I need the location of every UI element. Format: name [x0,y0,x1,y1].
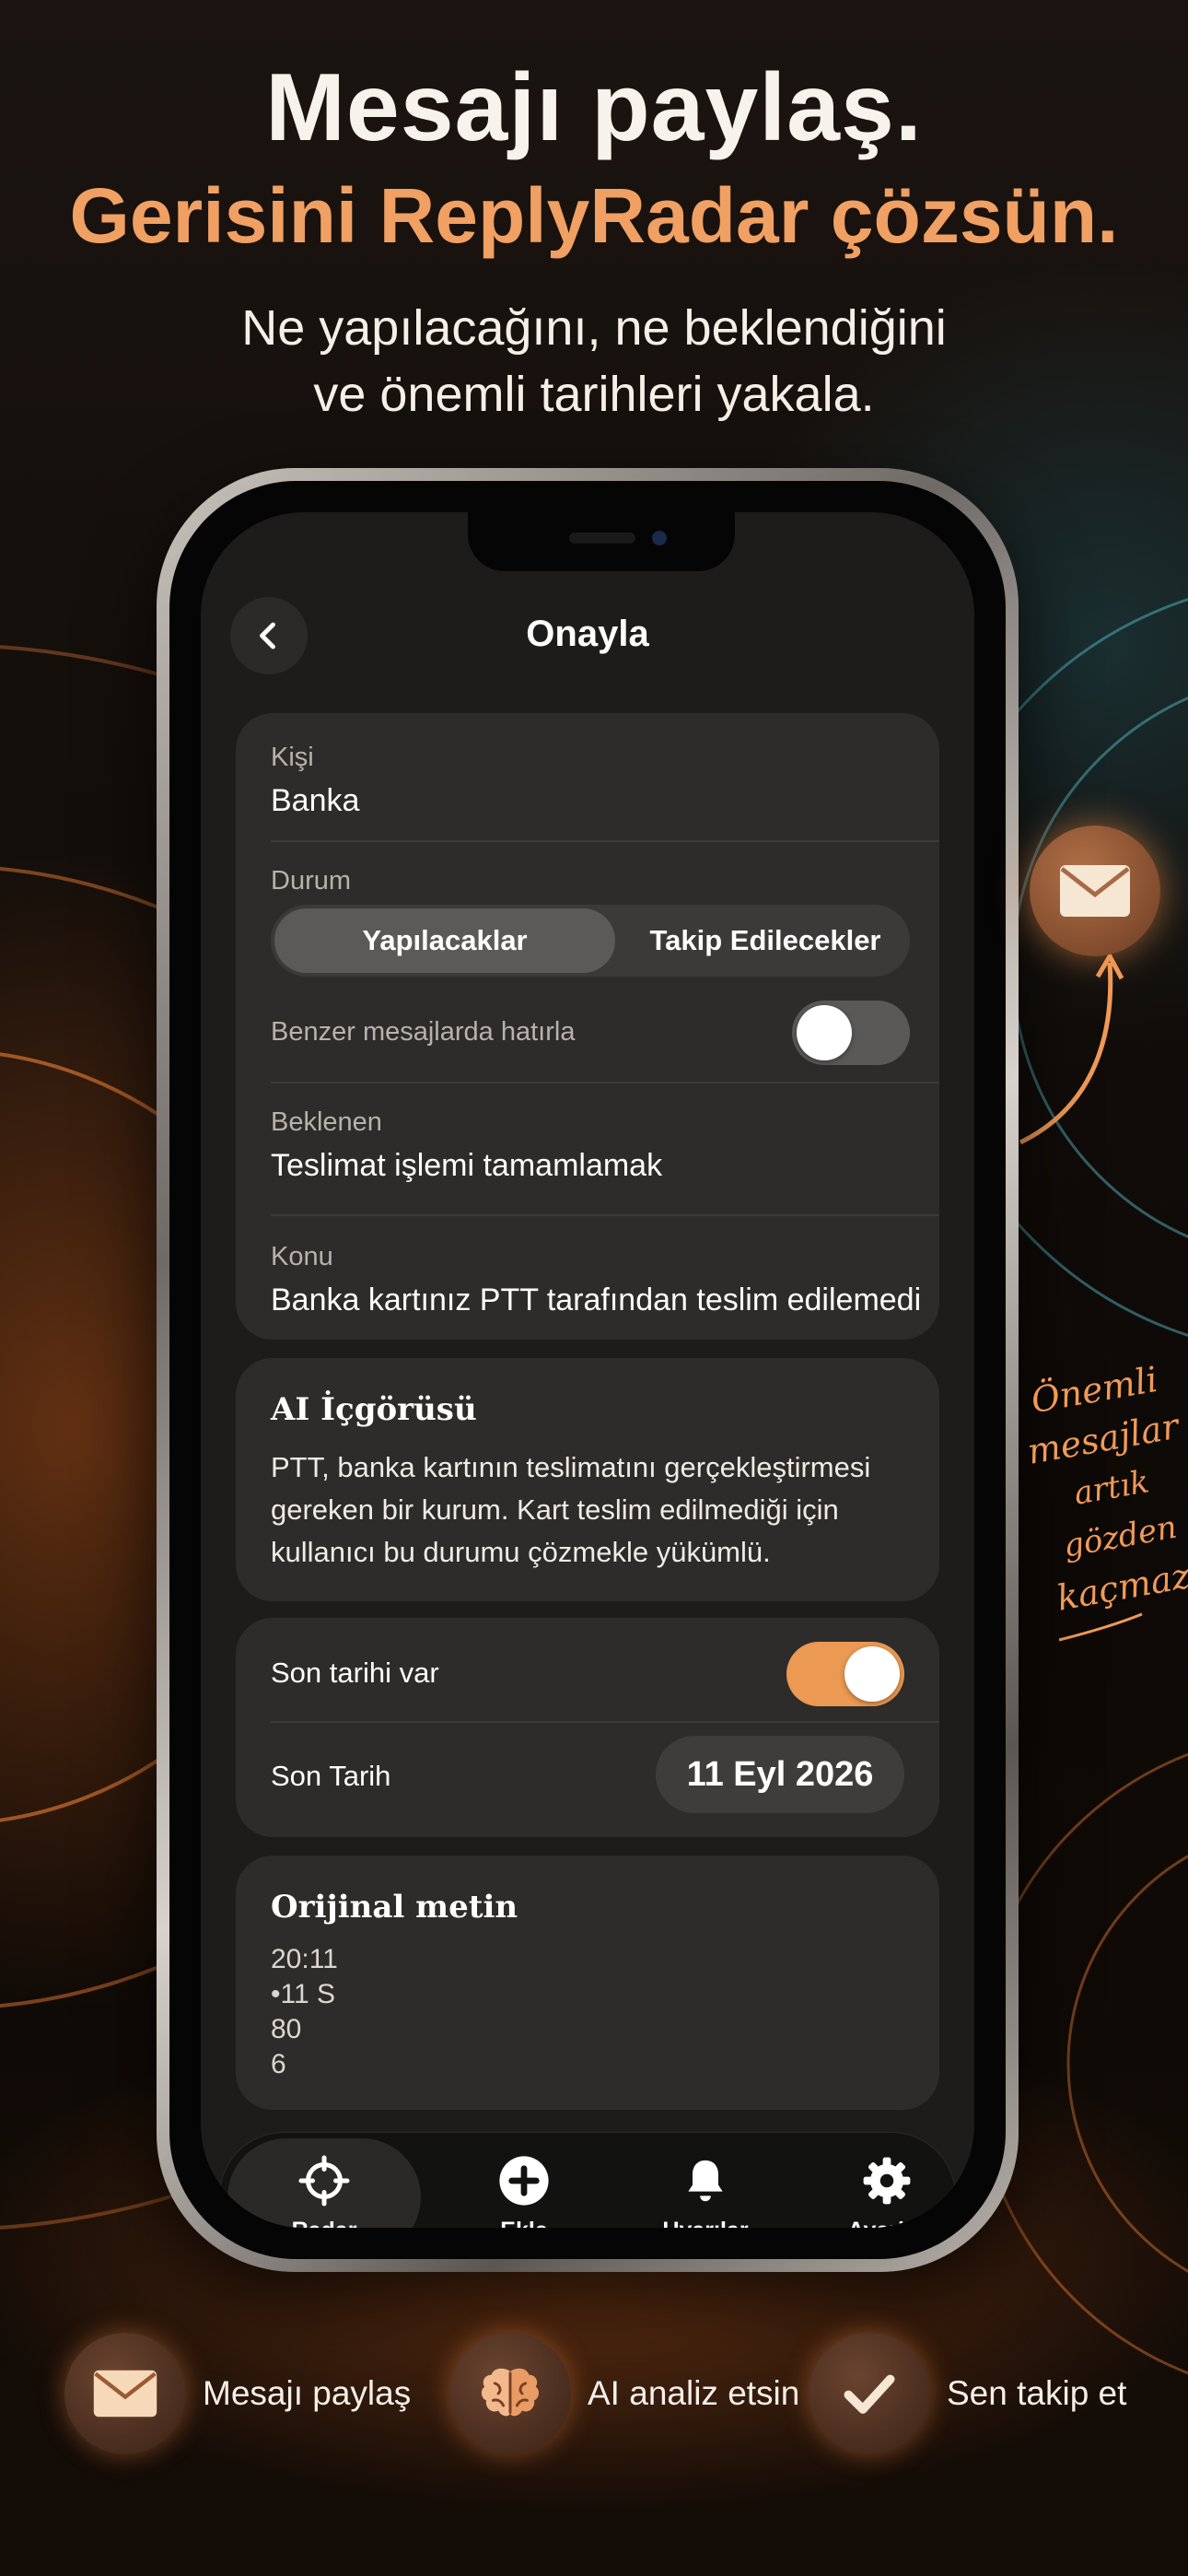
feature-label: AI analiz etsin [588,2374,800,2412]
original-line: 80 [271,2014,302,2044]
headline-subtitle: Ne yapılacağını, ne beklendiğini ve önem… [0,295,1188,427]
brain-icon [481,2368,540,2417]
feature-you-follow: Sen takip et [809,2331,1126,2456]
deadline-label: Son Tarih [271,1760,391,1792]
headline-accent: Gerisini ReplyRadar çözsün. [69,172,1119,259]
app-screen: Onayla Kişi Banka Durum Yapılacaklar Tak… [201,512,974,2228]
front-camera [652,531,667,545]
tab-label: Ekle [432,2218,616,2228]
details-card: Kişi Banka Durum Yapılacaklar Takip Edil… [236,713,939,1340]
feature-ai-analysis: AI analiz etsin [449,2331,799,2456]
segment-todo[interactable]: Yapılacaklar [274,908,615,973]
divider [271,1721,939,1723]
feature-label: Mesajı paylaş [203,2374,412,2412]
crosshair-icon [297,2153,352,2208]
deadline-card: Son tarihi var Son Tarih 11 Eyl 2026 [236,1618,939,1837]
original-line: 6 [271,2049,286,2079]
subject-field[interactable]: Banka kartınız PTT tarafından teslim edi… [271,1282,921,1318]
tab-settings[interactable]: Ayarlar [795,2133,974,2228]
has-deadline-toggle[interactable] [786,1642,904,1706]
remember-toggle[interactable] [792,1001,910,1065]
person-label: Kişi [271,743,314,772]
gear-icon [859,2153,914,2208]
subtitle-line-1: Ne yapılacağını, ne beklendiğini [241,300,947,356]
feature-icon-badge [809,2333,930,2454]
subject-label: Konu [271,1242,333,1271]
status-segmented-control: Yapılacaklar Takip Edilecekler [271,905,910,977]
phone-bezel: Onayla Kişi Banka Durum Yapılacaklar Tak… [169,481,1006,2259]
toggle-knob [797,1005,852,1060]
feature-share-message: Mesajı paylaş [64,2331,411,2456]
tab-bar: Radar Ekle [219,2132,956,2228]
bell-icon [678,2153,733,2208]
feature-label: Sen takip et [947,2374,1127,2412]
feature-icon-badge [449,2333,571,2454]
ai-insight-line: PTT, banka kartının teslimatını gerçekle… [271,1451,871,1483]
page-title: Onayla [526,614,649,654]
floating-mail-badge [1030,825,1160,956]
checkmark-icon [844,2374,895,2414]
expected-field[interactable]: Teslimat işlemi tamamlamak [271,1148,662,1184]
expected-label: Beklenen [271,1107,382,1137]
ai-insight-card: AI İçgörüsü PTT, banka kartının teslimat… [236,1358,939,1601]
ai-insight-line: gereken bir kurum. Kart teslim edilmediğ… [271,1493,839,1526]
toggle-knob [844,1646,900,1702]
ai-insight-title: AI İçgörüsü [271,1391,477,1428]
original-text-body: 20:11 •11 S 80 6 [271,1942,338,2082]
subtitle-line-2: ve önemli tarihleri yakala. [313,367,875,422]
envelope-icon [1060,865,1130,917]
segment-follow-up[interactable]: Takip Edilecekler [621,905,910,977]
tab-alerts[interactable]: Uyarılar [613,2133,798,2228]
original-line: •11 S [271,1979,335,2009]
original-text-card: Orijinal metin 20:11 •11 S 80 6 [236,1856,939,2110]
headline-title: Mesajı paylaş. [265,54,923,161]
deadline-date-picker[interactable]: 11 Eyl 2026 [656,1736,904,1813]
original-text-title: Orijinal metin [271,1889,518,1926]
divider [271,1082,939,1083]
tab-label: Radar [227,2218,421,2228]
tab-label: Uyarılar [613,2218,798,2228]
has-deadline-label: Son tarihi var [271,1657,439,1689]
original-line: 20:11 [271,1944,338,1974]
notch [468,512,735,571]
tab-label: Ayarlar [795,2218,974,2228]
phone-frame: Onayla Kişi Banka Durum Yapılacaklar Tak… [157,468,1019,2272]
ai-insight-line: kullanıcı bu durumu çözmekle yükümlü. [271,1536,771,1568]
person-field[interactable]: Banka [271,783,359,819]
tab-add[interactable]: Ekle [432,2133,616,2228]
speaker [569,533,635,544]
divider [271,840,939,842]
remember-label: Benzer mesajlarda hatırla [271,1017,576,1047]
tab-radar[interactable]: Radar [227,2138,421,2228]
divider [271,1214,939,1216]
status-label: Durum [271,866,352,896]
plus-circle-icon [496,2153,552,2208]
feature-icon-badge [64,2333,186,2454]
ai-insight-text: PTT, banka kartının teslimatını gerçekle… [271,1446,904,1574]
envelope-icon [93,2370,157,2418]
